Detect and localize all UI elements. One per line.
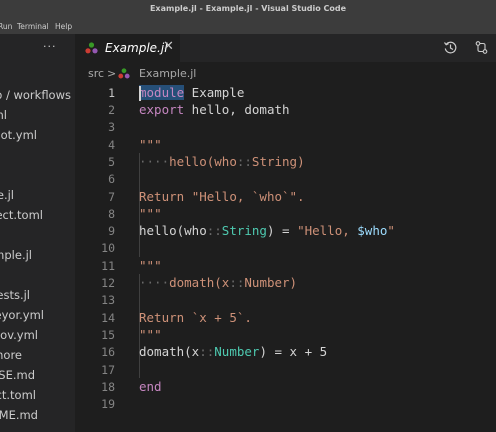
explorer-item[interactable]: cov.yml	[0, 328, 38, 342]
breadcrumb-separator: >	[107, 67, 117, 80]
explorer-item[interactable]: ests.jl	[0, 288, 30, 302]
menu-bar: Run Terminal Help	[0, 19, 496, 34]
code-line: Return "Hello, `who`".	[139, 189, 305, 204]
window-title: Example.jl - Example.jl - Visual Studio …	[149, 4, 347, 13]
explorer-item[interactable]: ml	[0, 108, 7, 122]
line-number: 6	[108, 172, 115, 186]
explorer-sidebar: ··· b / workflows ml Bot.yml e.jl ect.to…	[0, 34, 75, 432]
explorer-item[interactable]: e.jl	[0, 188, 14, 202]
line-number: 2	[108, 103, 115, 117]
explorer-item[interactable]: SE.md	[0, 368, 35, 382]
breadcrumb-file[interactable]: Example.jl	[139, 67, 196, 80]
code-line: """	[139, 258, 162, 273]
julia-logo-icon	[118, 68, 130, 79]
menu-item-run[interactable]: Run	[0, 22, 12, 31]
editor-tab-bar: Example.jl ✕	[75, 34, 496, 62]
explorer-item[interactable]: eyor.yml	[0, 308, 44, 322]
explorer-item[interactable]: mple.jl	[0, 248, 32, 262]
tab-example-jl[interactable]: Example.jl ✕	[75, 34, 180, 62]
code-line: """	[139, 206, 162, 221]
code-line: domath(x::Number) = x + 5	[139, 344, 328, 359]
timeline-icon[interactable]	[443, 40, 458, 55]
line-number: 8	[108, 207, 115, 221]
explorer-item[interactable]: nore	[0, 348, 22, 362]
line-number: 14	[101, 311, 115, 325]
breadcrumb-folder[interactable]: src	[88, 67, 104, 80]
julia-logo-icon	[85, 42, 98, 54]
line-number: 9	[108, 224, 115, 238]
tab-label: Example.jl	[105, 41, 168, 55]
line-number: 13	[101, 293, 115, 307]
line-number: 10	[101, 241, 115, 255]
line-number: 5	[108, 155, 115, 169]
code-line: export hello, domath	[139, 102, 290, 117]
menu-item-help[interactable]: Help	[55, 22, 72, 31]
line-number: 19	[101, 397, 115, 411]
line-number: 17	[101, 363, 115, 377]
code-line: module Example	[139, 85, 245, 100]
explorer-item[interactable]: ect.toml	[0, 208, 43, 222]
code-editor[interactable]: 1 2 3 4 5 6 7 8 9 10 11 12 13 14 15 16 1…	[75, 83, 496, 432]
line-number: 11	[101, 259, 115, 273]
code-line: """	[139, 327, 162, 342]
explorer-item[interactable]: ME.md	[0, 408, 38, 422]
breadcrumb: src > Example.jl	[75, 63, 496, 83]
line-number: 7	[108, 190, 115, 204]
explorer-item[interactable]: ct.toml	[0, 388, 36, 402]
line-number: 12	[101, 276, 115, 290]
line-number: 18	[101, 380, 115, 394]
line-number: 4	[108, 138, 115, 152]
code-line: Return `x + 5`.	[139, 310, 252, 325]
line-number: 16	[101, 345, 115, 359]
code-line: ····hello(who::String)	[139, 154, 305, 169]
more-actions-icon[interactable]: ···	[43, 40, 57, 53]
title-bar: Example.jl - Example.jl - Visual Studio …	[0, 0, 496, 19]
close-icon[interactable]: ✕	[163, 39, 174, 54]
menu-item-terminal[interactable]: Terminal	[17, 22, 49, 31]
text-cursor	[139, 86, 141, 101]
explorer-item[interactable]: b / workflows	[0, 88, 71, 102]
line-number: 15	[101, 328, 115, 342]
code-line: """	[139, 137, 162, 152]
line-number: 1	[108, 86, 115, 100]
explorer-item[interactable]: Bot.yml	[0, 128, 37, 142]
line-number: 3	[108, 120, 115, 134]
code-line: hello(who::String) = "Hello, $who"	[139, 223, 395, 238]
compare-changes-icon[interactable]	[474, 40, 489, 55]
code-line: end	[139, 379, 162, 394]
code-line: ····domath(x::Number)	[139, 275, 298, 290]
